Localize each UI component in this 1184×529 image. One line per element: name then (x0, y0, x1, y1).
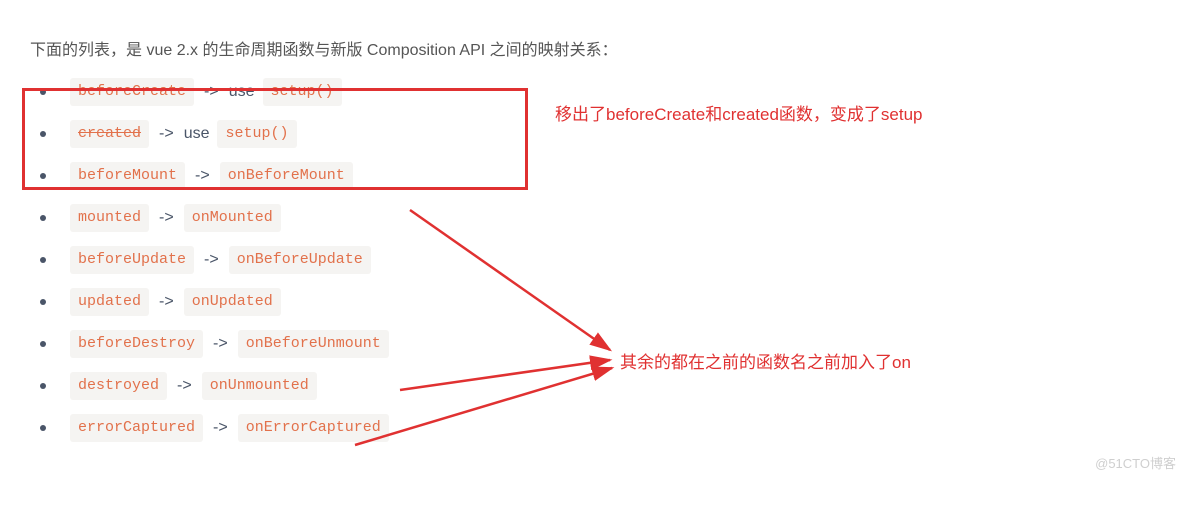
intro-text: 下面的列表，是 vue 2.x 的生命周期函数与新版 Composition A… (30, 36, 1154, 60)
lifecycle-mapping-list: beforeCreate -> use setup() created -> u… (30, 78, 1154, 442)
old-hook: errorCaptured (70, 414, 203, 442)
old-hook: created (70, 120, 149, 148)
list-item: destroyed -> onUnmounted (30, 372, 1154, 400)
arrow-text: -> (213, 415, 228, 441)
list-item: beforeMount -> onBeforeMount (30, 162, 1154, 190)
watermark: @51CTO博客 (1095, 453, 1176, 472)
new-hook: onBeforeUnmount (238, 330, 389, 358)
new-hook: onUpdated (184, 288, 281, 316)
old-hook: beforeDestroy (70, 330, 203, 358)
new-hook: setup() (217, 120, 296, 148)
annotation-top: 移出了beforeCreate和created函数，变成了setup (555, 100, 923, 125)
use-text: use (229, 79, 255, 105)
arrow-text: -> (159, 289, 174, 315)
list-item: mounted -> onMounted (30, 204, 1154, 232)
arrow-text: -> (177, 373, 192, 399)
arrow-text: -> (204, 247, 219, 273)
arrow-text: -> (213, 331, 228, 357)
old-hook: beforeCreate (70, 78, 194, 106)
new-hook: onBeforeMount (220, 162, 353, 190)
old-hook: beforeUpdate (70, 246, 194, 274)
use-text: use (184, 121, 210, 147)
old-hook: destroyed (70, 372, 167, 400)
list-item: beforeDestroy -> onBeforeUnmount (30, 330, 1154, 358)
new-hook: setup() (263, 78, 342, 106)
annotation-mid: 其余的都在之前的函数名之前加入了on (620, 348, 911, 373)
arrow-text: -> (159, 121, 174, 147)
list-item: errorCaptured -> onErrorCaptured (30, 414, 1154, 442)
old-hook: beforeMount (70, 162, 185, 190)
arrow-text: -> (204, 79, 219, 105)
old-hook: mounted (70, 204, 149, 232)
arrow-text: -> (195, 163, 210, 189)
new-hook: onErrorCaptured (238, 414, 389, 442)
new-hook: onUnmounted (202, 372, 317, 400)
new-hook: onMounted (184, 204, 281, 232)
arrow-text: -> (159, 205, 174, 231)
list-item: beforeUpdate -> onBeforeUpdate (30, 246, 1154, 274)
list-item: updated -> onUpdated (30, 288, 1154, 316)
old-hook: updated (70, 288, 149, 316)
new-hook: onBeforeUpdate (229, 246, 371, 274)
